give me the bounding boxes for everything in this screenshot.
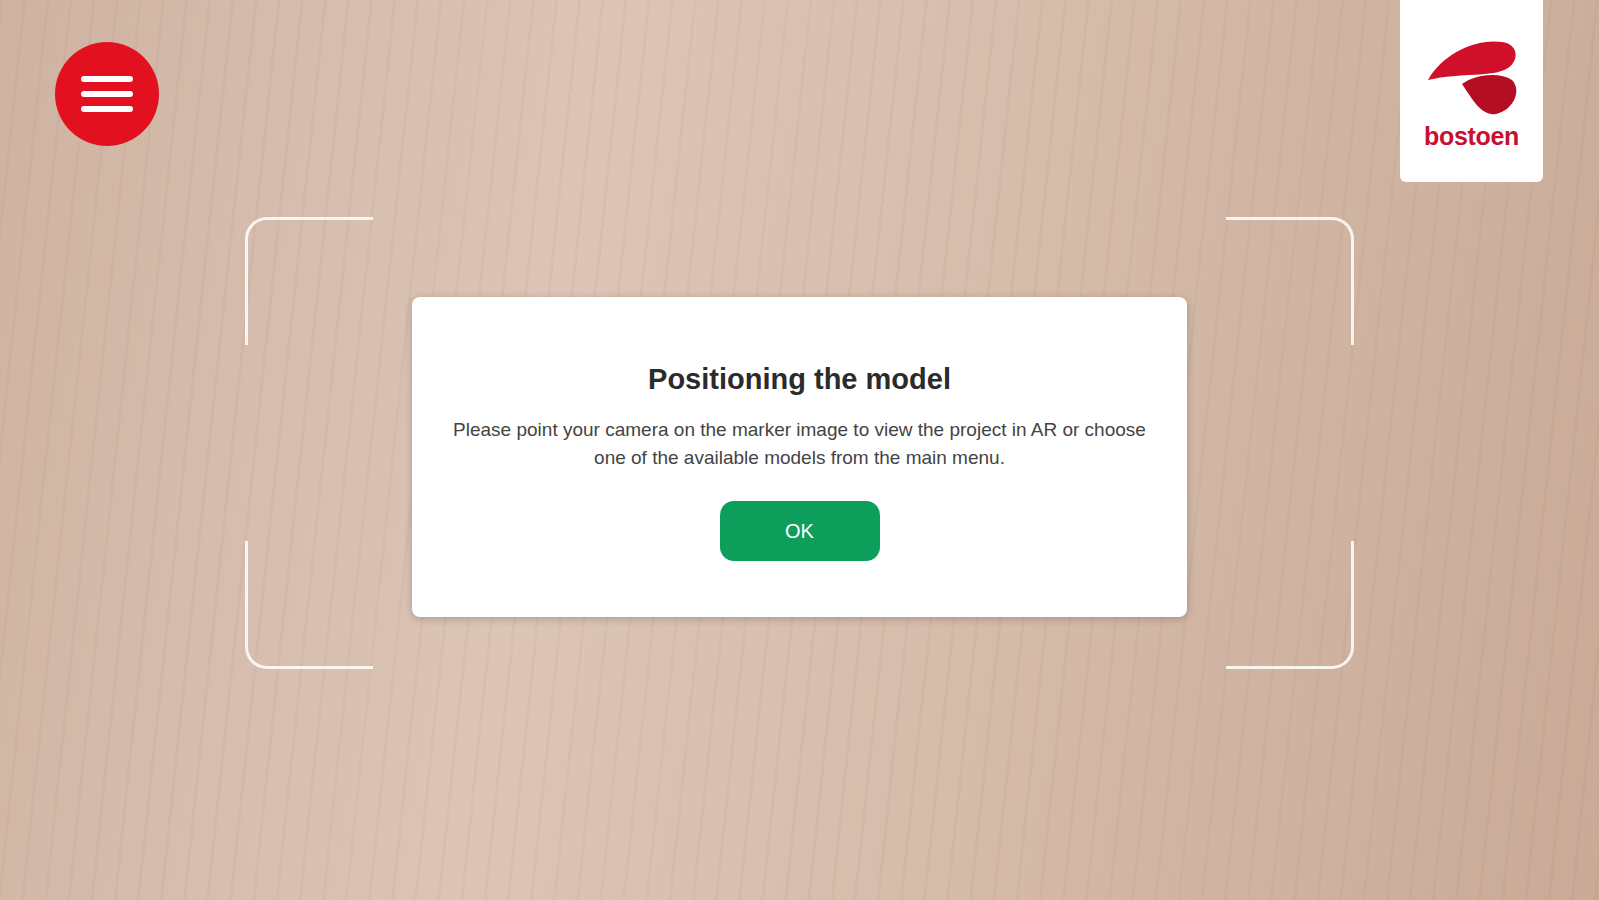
dialog-message: Please point your camera on the marker i… bbox=[436, 416, 1163, 471]
logo-text: bostoen bbox=[1424, 122, 1519, 151]
ok-button[interactable]: OK bbox=[720, 501, 880, 561]
frame-corner bbox=[245, 541, 373, 669]
hamburger-icon bbox=[81, 74, 133, 114]
dialog-title: Positioning the model bbox=[648, 363, 951, 396]
positioning-dialog: Positioning the model Please point your c… bbox=[412, 297, 1187, 617]
frame-corner bbox=[1226, 541, 1354, 669]
brand-logo: bostoen bbox=[1400, 0, 1543, 182]
scan-frame: Positioning the model Please point your c… bbox=[245, 217, 1354, 669]
frame-corner bbox=[245, 217, 373, 345]
menu-button[interactable] bbox=[55, 42, 159, 146]
frame-corner bbox=[1226, 217, 1354, 345]
logo-icon bbox=[1422, 34, 1522, 118]
camera-view: bostoen Positioning the model Please point… bbox=[0, 0, 1599, 900]
